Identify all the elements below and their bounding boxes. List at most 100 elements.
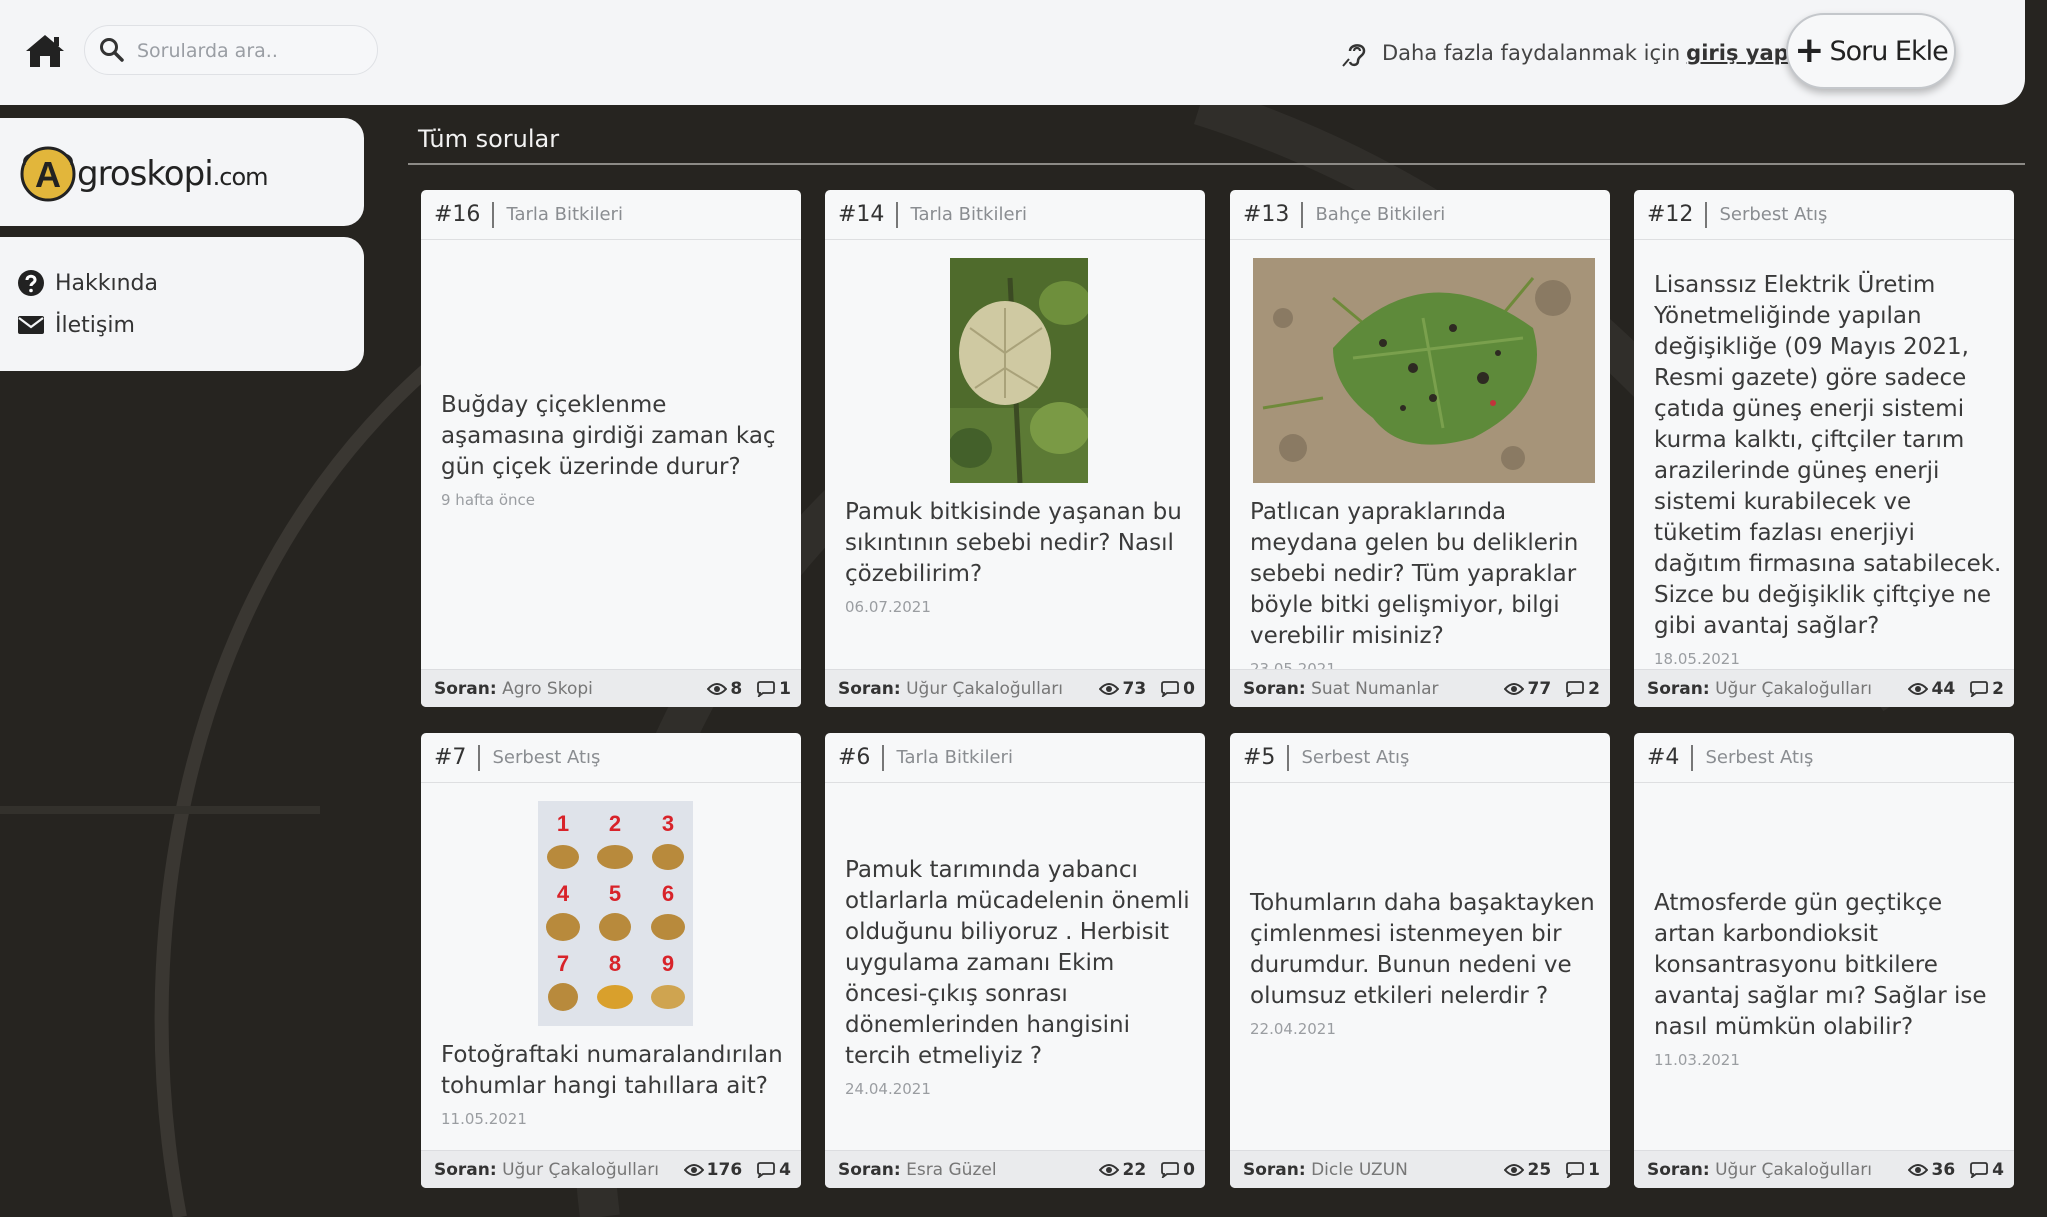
card-footer: Soran: Suat Numanlar 77 2 — [1230, 669, 1610, 707]
comment-count: 4 — [779, 1159, 791, 1180]
card-stats: 8 1 — [707, 679, 791, 699]
question-text[interactable]: Pamuk bitkisinde yaşanan bu sıkıntının s… — [845, 497, 1193, 590]
section-divider — [408, 163, 2025, 165]
plus-icon: + — [1794, 30, 1824, 71]
envelope-icon — [18, 316, 44, 334]
question-number: #4 — [1647, 745, 1680, 770]
question-text[interactable]: Buğday çiçeklenme aşamasına girdiği zama… — [441, 390, 789, 483]
question-number: #7 — [434, 745, 467, 770]
asker-name: Agro Skopi — [502, 678, 593, 699]
seed-number: 1 — [556, 811, 568, 836]
view-count: 77 — [1527, 678, 1552, 699]
question-card[interactable]: #14 Tarla Bitkileri Pamuk bitkisinde yaş… — [825, 190, 1205, 707]
seed-number: 5 — [608, 881, 620, 906]
card-header: #16 Tarla Bitkileri — [421, 190, 801, 240]
card-body: Lisanssız Elektrik Üretim Yönetmeliğinde… — [1654, 270, 2002, 668]
header-separator — [492, 201, 495, 228]
question-category: Bahçe Bitkileri — [1315, 204, 1446, 225]
search-input[interactable] — [135, 34, 369, 68]
comment-count: 0 — [1183, 678, 1195, 699]
asker-label: Soran: — [1647, 1159, 1710, 1180]
question-card[interactable]: #7 Serbest Atış 1 2 3 4 5 6 7 8 9 Fotoğr… — [421, 733, 801, 1188]
search-box[interactable] — [84, 25, 378, 75]
asker: Soran: Dicle UZUN — [1243, 1160, 1408, 1180]
logo-panel[interactable]: A groskopi.com — [0, 118, 364, 226]
question-number: #5 — [1243, 745, 1276, 770]
asker-label: Soran: — [838, 1159, 901, 1180]
question-image-eggplant[interactable] — [1253, 258, 1595, 483]
asker-name: Dicle UZUN — [1311, 1159, 1408, 1180]
card-footer: Soran: Agro Skopi 8 1 — [421, 669, 801, 707]
question-card[interactable]: #12 Serbest Atış Lisanssız Elektrik Üret… — [1634, 190, 2014, 707]
question-date: 06.07.2021 — [845, 598, 931, 616]
header-separator — [882, 744, 885, 771]
asker: Soran: Uğur Çakaloğulları — [434, 1160, 659, 1180]
question-category: Serbest Atış — [1705, 747, 1814, 768]
comment-count: 1 — [1588, 1159, 1600, 1180]
question-text[interactable]: Fotoğraftaki numaralandırılan tohumlar h… — [441, 1040, 789, 1102]
seed-number: 8 — [608, 951, 620, 976]
nav-item-about[interactable]: Hakkında — [17, 266, 158, 300]
question-card[interactable]: #4 Serbest Atış Atmosferde gün geçtikçe … — [1634, 733, 2014, 1188]
add-question-label: Soru Ekle — [1829, 35, 1948, 67]
question-text[interactable]: Tohumların daha başaktayken çimlenmesi i… — [1250, 888, 1598, 1012]
card-header: #7 Serbest Atış — [421, 733, 801, 783]
question-date: 11.05.2021 — [441, 1110, 527, 1128]
nav-panel: Hakkında İletişim — [0, 237, 364, 371]
asker-name: Uğur Çakaloğulları — [1715, 678, 1873, 699]
comment-icon — [757, 680, 776, 697]
comment-icon — [1970, 680, 1989, 697]
question-card[interactable]: #13 Bahçe Bitkileri Patlıcan yaprakların… — [1230, 190, 1610, 707]
card-header: #13 Bahçe Bitkileri — [1230, 190, 1610, 240]
header-separator — [1705, 201, 1708, 228]
seed-number: 9 — [661, 951, 673, 976]
header-separator — [1301, 201, 1304, 228]
asker: Soran: Suat Numanlar — [1243, 679, 1439, 699]
question-number: #6 — [838, 745, 871, 770]
eye-icon — [1908, 682, 1929, 695]
question-text[interactable]: Lisanssız Elektrik Üretim Yönetmeliğinde… — [1654, 270, 2002, 642]
question-card[interactable]: #16 Tarla Bitkileri Buğday çiçeklenme aş… — [421, 190, 801, 707]
comment-count: 1 — [779, 678, 791, 699]
question-text[interactable]: Patlıcan yapraklarında meydana gelen bu … — [1250, 497, 1598, 652]
eye-icon — [683, 1163, 704, 1176]
nav-item-contact[interactable]: İletişim — [17, 308, 135, 342]
logo-suffix: .com — [212, 163, 269, 191]
card-body: Patlıcan yapraklarında meydana gelen bu … — [1250, 258, 1598, 678]
question-text[interactable]: Atmosferde gün geçtikçe artan karbondiok… — [1654, 888, 2002, 1043]
question-card[interactable]: #6 Tarla Bitkileri Pamuk tarımında yaban… — [825, 733, 1205, 1188]
card-body: Tohumların daha başaktayken çimlenmesi i… — [1250, 888, 1598, 1038]
view-count: 44 — [1931, 678, 1956, 699]
question-date: 22.04.2021 — [1250, 1020, 1336, 1038]
comment-icon — [1161, 680, 1180, 697]
asker-name: Esra Güzel — [906, 1159, 997, 1180]
question-image-seeds[interactable]: 1 2 3 4 5 6 7 8 9 — [537, 801, 693, 1026]
card-footer: Soran: Uğur Çakaloğulları 44 2 — [1634, 669, 2014, 707]
logo-letter: A — [35, 154, 61, 195]
seed-number: 4 — [556, 881, 569, 906]
ear-icon — [1340, 37, 1372, 69]
card-header: #5 Serbest Atış — [1230, 733, 1610, 783]
card-footer: Soran: Uğur Çakaloğulları 176 4 — [421, 1150, 801, 1188]
question-image-cotton[interactable] — [950, 258, 1088, 483]
home-icon[interactable] — [24, 30, 66, 72]
question-number: #16 — [434, 202, 481, 227]
card-header: #12 Serbest Atış — [1634, 190, 2014, 240]
eye-icon — [1908, 1163, 1929, 1176]
add-question-button[interactable]: + Soru Ekle — [1786, 13, 1956, 89]
question-category: Serbest Atış — [1719, 204, 1828, 225]
card-stats: 25 1 — [1504, 1160, 1600, 1180]
asker: Soran: Uğur Çakaloğulları — [1647, 1160, 1872, 1180]
view-count: 176 — [706, 1159, 743, 1180]
question-card[interactable]: #5 Serbest Atış Tohumların daha başaktay… — [1230, 733, 1610, 1188]
comment-icon — [1566, 1161, 1585, 1178]
card-stats: 44 2 — [1908, 679, 2004, 699]
card-footer: Soran: Uğur Çakaloğulları 36 4 — [1634, 1150, 2014, 1188]
seed-number: 6 — [661, 881, 673, 906]
view-count: 36 — [1931, 1159, 1956, 1180]
login-prefix-text: Daha fazla faydalanmak için — [1382, 41, 1681, 65]
login-message: Daha fazla faydalanmak için giriş yapını… — [1340, 36, 1830, 70]
card-header: #14 Tarla Bitkileri — [825, 190, 1205, 240]
top-bar: Daha fazla faydalanmak için giriş yapını… — [0, 0, 2025, 105]
question-text[interactable]: Pamuk tarımında yabancı otlarlarla mücad… — [845, 855, 1193, 1072]
